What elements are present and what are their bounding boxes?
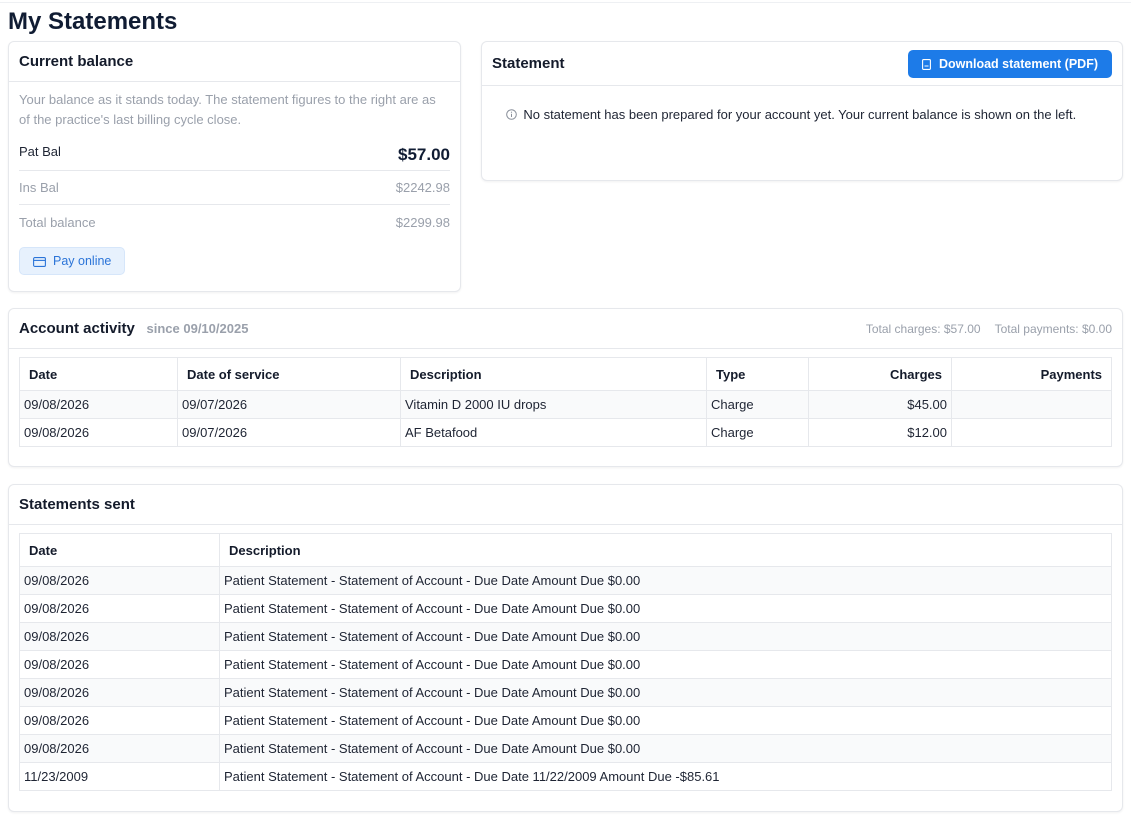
sent-header-row: Date Description (19, 533, 1112, 567)
total-balance-label: Total balance (19, 214, 96, 230)
table-row: 11/23/2009 Patient Statement - Statement … (19, 762, 1112, 791)
cell-payments (951, 418, 1112, 447)
patient-balance-value: $57.00 (398, 144, 450, 164)
cell-date: 09/08/2026 (19, 594, 220, 623)
total-balance-row: Total balance $2299.98 (19, 205, 450, 239)
top-row: Current balance Your balance as it stand… (8, 41, 1123, 292)
page: My Statements Current balance Your balan… (0, 0, 1131, 812)
table-row: 09/08/2026 Patient Statement - Statement … (19, 622, 1112, 651)
cell-description: Patient Statement - Statement of Account… (219, 706, 1112, 735)
cell-date: 09/08/2026 (19, 706, 220, 735)
column-header-date-of-service[interactable]: Date of service (177, 357, 401, 391)
table-row: 09/08/2026 Patient Statement - Statement … (19, 566, 1112, 595)
table-row: 09/08/2026 Patient Statement - Statement … (19, 734, 1112, 763)
statement-body: No statement has been prepared for your … (482, 86, 1122, 125)
cell-type: Charge (706, 390, 809, 419)
cell-type: Charge (706, 418, 809, 447)
page-title: My Statements (8, 8, 178, 35)
cell-date: 09/08/2026 (19, 650, 220, 679)
top-divider (0, 2, 1131, 3)
statement-title: Statement (492, 55, 565, 72)
pay-online-label: Pay online (53, 254, 112, 268)
table-row: 09/08/2026 Patient Statement - Statement … (19, 650, 1112, 679)
table-row: 09/08/2026 Patient Statement - Statement … (19, 594, 1112, 623)
info-icon (506, 108, 520, 122)
statements-sent-title: Statements sent (19, 496, 135, 513)
cell-date: 09/08/2026 (19, 678, 220, 707)
current-balance-card: Current balance Your balance as it stand… (8, 41, 461, 292)
total-balance-value: $2299.98 (395, 214, 450, 230)
current-balance-title: Current balance (19, 53, 134, 70)
sent-table-wrap: Date Description 09/08/2026 Patient State… (9, 525, 1122, 791)
activity-table: Date Date of service Description Type Ch… (19, 357, 1112, 447)
column-header-description[interactable]: Description (400, 357, 707, 391)
cell-description: Patient Statement - Statement of Account… (219, 734, 1112, 763)
statements-sent-card: Statements sent Date Description 09/08/2… (8, 484, 1123, 812)
column-header-description[interactable]: Description (219, 533, 1112, 567)
cell-description: Patient Statement - Statement of Account… (219, 622, 1112, 651)
balance-note: Your balance as it stands today. The sta… (19, 92, 436, 127)
table-row: 09/08/2026 09/07/2026 Vitamin D 2000 IU … (19, 390, 1112, 419)
download-statement-button[interactable]: Download statement (PDF) (907, 49, 1112, 78)
column-header-charges[interactable]: Charges (808, 357, 952, 391)
patient-balance-label: Pat Bal (19, 144, 61, 159)
cell-description: AF Betafood (400, 418, 707, 447)
column-header-date[interactable]: Date (19, 533, 220, 567)
table-row: 09/08/2026 Patient Statement - Statement … (19, 678, 1112, 707)
cell-date: 09/08/2026 (19, 418, 178, 447)
activity-since-date: since 09/10/2025 (146, 321, 249, 336)
activity-totals: Total charges: $57.00 Total payments: $0… (866, 322, 1112, 336)
cell-date: 09/08/2026 (19, 566, 220, 595)
column-header-date[interactable]: Date (19, 357, 178, 391)
account-activity-card: Account activity since 09/10/2025 Total … (8, 308, 1123, 467)
cell-date-of-service: 09/07/2026 (177, 418, 401, 447)
cell-charges: $45.00 (808, 390, 952, 419)
statement-header: Statement Download statement (PDF) (482, 42, 1122, 86)
activity-table-wrap: Date Date of service Description Type Ch… (9, 349, 1122, 447)
download-statement-label: Download statement (PDF) (938, 56, 1098, 71)
account-activity-title: Account activity (19, 320, 135, 337)
cell-date: 09/08/2026 (19, 622, 220, 651)
credit-card-icon (33, 254, 46, 268)
cell-description: Patient Statement - Statement of Account… (219, 678, 1112, 707)
activity-header-row: Date Date of service Description Type Ch… (19, 357, 1112, 391)
account-activity-header: Account activity since 09/10/2025 Total … (9, 309, 1122, 349)
statements-sent-header: Statements sent (9, 485, 1122, 525)
cell-description: Vitamin D 2000 IU drops (400, 390, 707, 419)
total-charges: Total charges: $57.00 (865, 321, 981, 336)
statement-card: Statement Download statement (PDF) No st… (481, 41, 1123, 181)
pay-online-button[interactable]: Pay online (19, 247, 126, 275)
column-header-type[interactable]: Type (706, 357, 809, 391)
cell-charges: $12.00 (808, 418, 952, 447)
account-activity-heading: Account activity since 09/10/2025 (19, 320, 248, 337)
column-header-payments[interactable]: Payments (951, 357, 1112, 391)
cell-date-of-service: 09/07/2026 (177, 390, 401, 419)
statements-sent-table: Date Description 09/08/2026 Patient State… (19, 533, 1112, 791)
current-balance-header: Current balance (9, 42, 460, 82)
document-icon (922, 57, 931, 71)
cell-description: Patient Statement - Statement of Account… (219, 594, 1112, 623)
cell-date: 09/08/2026 (19, 390, 178, 419)
cell-payments (951, 390, 1112, 419)
table-row: 09/08/2026 Patient Statement - Statement … (19, 706, 1112, 735)
cell-description: Patient Statement - Statement of Account… (219, 650, 1112, 679)
cell-date: 11/23/2009 (19, 762, 220, 791)
current-balance-body: Your balance as it stands today. The sta… (9, 82, 460, 275)
total-payments: Total payments: $0.00 (994, 321, 1112, 336)
patient-balance-row: Pat Bal $57.00 (19, 139, 450, 171)
cell-date: 09/08/2026 (19, 734, 220, 763)
insurance-balance-value: $2242.98 (395, 180, 450, 195)
cell-description: Patient Statement - Statement of Account… (219, 762, 1112, 791)
no-statement-message: No statement has been prepared for your … (523, 107, 1077, 122)
table-row: 09/08/2026 09/07/2026 AF Betafood Charge… (19, 418, 1112, 447)
cell-description: Patient Statement - Statement of Account… (219, 566, 1112, 595)
insurance-balance-row: Ins Bal $2242.98 (19, 171, 450, 205)
insurance-balance-label: Ins Bal (19, 180, 59, 195)
